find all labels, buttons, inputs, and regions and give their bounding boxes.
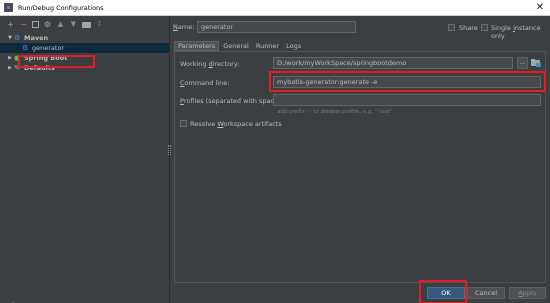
tab-logs[interactable]: Logs (283, 41, 304, 51)
dialog-buttons: OK Cancel Apply (171, 280, 550, 303)
browse-button[interactable]: ... (517, 57, 528, 69)
folder-icon[interactable] (82, 21, 91, 28)
gear-icon: ⚙ (22, 43, 29, 52)
collapse-arrow-icon[interactable]: ▶ (6, 65, 14, 71)
single-instance-label: Single instance only (491, 24, 541, 40)
configuration-editor: Name: generator Share Single instance on… (171, 16, 550, 303)
remove-icon[interactable]: − (19, 20, 28, 29)
sidebar-toolbar: + − ⚙ ▲ ▼ ↕ (0, 16, 169, 33)
command-line-label: Command line: (180, 79, 230, 87)
share-checkbox[interactable] (448, 24, 455, 31)
tree-node-maven[interactable]: ▼ ⚙ Maven (0, 33, 169, 43)
working-directory-label: Working directory: (180, 60, 240, 68)
collapse-arrow-icon[interactable]: ▶ (6, 55, 14, 61)
configurations-sidebar: + − ⚙ ▲ ▼ ↕ ▼ ⚙ Maven ⚙ generator ▶ ● Sp… (0, 16, 170, 303)
share-label: Share (459, 24, 478, 32)
tab-parameters[interactable]: Parameters (174, 41, 220, 51)
tab-runner[interactable]: Runner (253, 41, 282, 51)
window-titlebar: Run/Debug Configurations ✕ (0, 0, 550, 16)
edit-defaults-icon[interactable]: ⚙ (43, 20, 52, 29)
resolve-workspace-label: Resolve Workspace artifacts (190, 120, 282, 128)
app-icon (4, 3, 13, 12)
config-tabs: Parameters General Runner Logs (174, 41, 305, 51)
generator-highlight-box (18, 55, 95, 68)
add-icon[interactable]: + (6, 20, 15, 29)
tree-node-label: generator (32, 44, 65, 52)
cancel-button[interactable]: Cancel (467, 287, 505, 299)
name-label: Name: (173, 23, 195, 31)
tree-node-generator[interactable]: ⚙ generator (0, 43, 169, 53)
command-line-highlight-box (269, 71, 546, 92)
apply-button[interactable]: Apply (509, 287, 546, 299)
ok-button[interactable]: OK (427, 287, 465, 299)
module-folder-icon[interactable] (531, 59, 541, 67)
maven-icon: ⚙ (14, 33, 21, 42)
profiles-field[interactable] (273, 94, 541, 106)
close-icon[interactable]: ✕ (536, 1, 544, 15)
move-down-icon[interactable]: ▼ (69, 20, 78, 29)
name-row: Name: generator Share Single instance on… (171, 21, 550, 40)
profiles-label: Profiles (separated with space): (180, 97, 283, 105)
parameters-panel: Working directory: D:/work/myWorkSpace/s… (174, 51, 546, 283)
single-instance-checkbox[interactable] (481, 24, 488, 31)
name-field[interactable]: generator (197, 21, 356, 33)
sort-icon[interactable]: ↕ (95, 20, 104, 29)
window-title: Run/Debug Configurations (18, 3, 104, 12)
expand-arrow-icon[interactable]: ▼ (6, 35, 14, 41)
resolve-workspace-checkbox[interactable] (180, 120, 187, 127)
tree-node-label: Maven (24, 34, 49, 42)
working-directory-field[interactable]: D:/work/myWorkSpace/springbootdemo (273, 57, 513, 69)
move-up-icon[interactable]: ▲ (56, 20, 65, 29)
copy-icon[interactable] (32, 21, 39, 28)
tab-general[interactable]: General (220, 41, 252, 51)
profiles-hint: add prefix '-' to disable profile, e.g. … (277, 109, 393, 115)
